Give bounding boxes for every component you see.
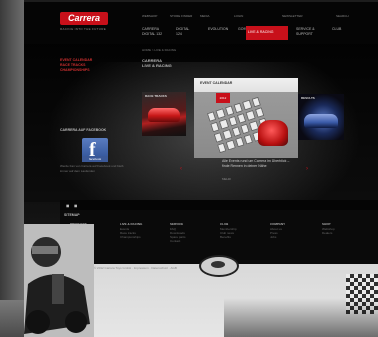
brand-logo[interactable]: Carrera — [60, 12, 108, 25]
calendar-year-tag: 2012 — [216, 93, 230, 103]
red-race-car-image — [258, 120, 288, 146]
card-race-tracks[interactable]: RACE TRACKS — [142, 92, 186, 136]
website-page: Carrera RACING INTO THE FUTURE WEBSHOP S… — [24, 2, 378, 337]
page-title: CARRERA LIVE & RACING — [142, 58, 172, 68]
red-race-car-image — [148, 108, 180, 122]
nav-item-service-support[interactable]: SERVICE & SUPPORT — [294, 26, 324, 40]
track-shadow — [224, 298, 378, 337]
nav-item-live-racing[interactable]: LIVE & RACING — [246, 26, 288, 40]
footer-heading: SITEMAP — [64, 213, 80, 217]
facebook-description: Werde Fan von Carrera auf Facebook und b… — [60, 164, 124, 173]
footer-link[interactable]: Jobs — [270, 235, 314, 239]
footer-link[interactable]: Championships — [120, 235, 164, 239]
utility-link-login[interactable]: LOGIN — [234, 14, 243, 18]
footer-link[interactable]: Dealers — [322, 231, 366, 235]
footer-link[interactable]: Contact — [170, 239, 214, 243]
footer-column-company: COMPANY About us Press Jobs — [270, 222, 314, 239]
card-results[interactable]: RESULTS — [298, 94, 344, 140]
kart-racer-image — [24, 224, 94, 337]
nav-item-digital-132[interactable]: CARRERA DIGITAL 132 — [140, 26, 166, 40]
card-results-label: RESULTS — [301, 96, 315, 100]
card-event-calendar[interactable]: EVENT CALENDAR 2012 — [194, 78, 298, 158]
footer-column-live-racing: LIVE & RACING Events Race tracks Champio… — [120, 222, 164, 239]
carousel-next-icon[interactable]: › — [306, 166, 308, 172]
breadcrumb[interactable]: HOME > LIVE & RACING — [142, 48, 176, 52]
facebook-label: facebook — [82, 156, 108, 162]
footer-column-club: CLUB Membership Club news Benefits — [220, 222, 264, 239]
footer-column-service: SERVICE FAQ Downloads Spare parts Contac… — [170, 222, 214, 243]
share-icon[interactable]: ◼ — [66, 203, 69, 208]
utility-link-webshop[interactable]: WEBSHOP — [142, 14, 157, 18]
nav-item-digital-124[interactable]: DIGITAL 124 — [174, 26, 196, 40]
utility-link-search[interactable]: SEARCH — [336, 14, 349, 18]
background-frame-left — [0, 0, 24, 337]
race-emblem-icon — [199, 255, 239, 277]
brand-slogan: RACING INTO THE FUTURE — [60, 27, 106, 31]
card-event-calendar-label: EVENT CALENDAR — [200, 81, 233, 85]
facebook-section-title: CARRERA AUF FACEBOOK — [60, 128, 107, 132]
footer-link[interactable]: Benefits — [220, 235, 264, 239]
blue-race-car-image — [304, 114, 338, 128]
footer-column-shop: SHOP Webshop Dealers — [322, 222, 366, 235]
header: Carrera RACING INTO THE FUTURE WEBSHOP S… — [24, 2, 378, 44]
carousel-more-link[interactable]: MEHR — [222, 177, 231, 181]
carousel-prev-icon[interactable]: ‹ — [180, 166, 182, 172]
utility-link-media[interactable]: MEDIA — [200, 14, 210, 18]
nav-item-club[interactable]: CLUB — [330, 26, 350, 40]
utility-link-store-finder[interactable]: STORE FINDER — [170, 14, 192, 18]
nav-item-evolution[interactable]: EVOLUTION — [206, 26, 230, 40]
card-race-tracks-label: RACE TRACKS — [145, 94, 167, 98]
footer-toolbar: ◼ ◼ — [60, 200, 378, 210]
sidebar: EVENT CALENDAR RACE TRACKS CHAMPIONSHIPS… — [60, 58, 130, 193]
footer-legal: © 2012 Carrera Toys GmbH · Impressum · D… — [94, 266, 177, 270]
sidebar-link-championships[interactable]: CHAMPIONSHIPS — [60, 68, 130, 73]
page-title-line-2: LIVE & RACING — [142, 63, 172, 68]
utility-link-newsletter[interactable]: NEWSLETTER — [282, 14, 303, 18]
emblem-center — [211, 261, 225, 268]
facebook-badge[interactable]: f facebook — [82, 138, 108, 162]
print-icon[interactable]: ◼ — [74, 203, 77, 208]
carousel-caption: Alle Events rund um Carrera im Überblick… — [222, 159, 290, 168]
